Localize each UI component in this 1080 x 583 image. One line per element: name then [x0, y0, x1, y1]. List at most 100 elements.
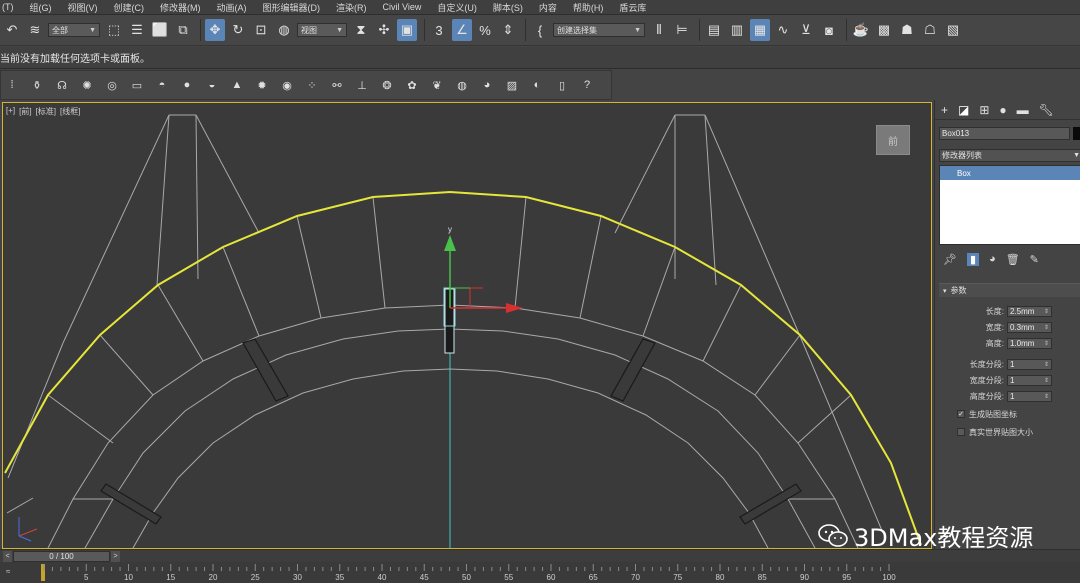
time-slider-thumb[interactable]: 0 / 100	[13, 551, 110, 562]
spray-icon[interactable]: ✺	[78, 76, 96, 94]
parameters-rollout-header[interactable]: ▾ 参数	[939, 283, 1080, 297]
dome-icon[interactable]: ◓	[153, 76, 171, 94]
hemisphere-icon[interactable]: ◒	[203, 76, 221, 94]
select-by-name-icon[interactable]: ☰	[127, 19, 147, 41]
param-height-spinner[interactable]: 1.0mm ⇕	[1007, 337, 1052, 349]
real-world-map-size-checkbox[interactable]: 真实世界贴图大小	[957, 426, 1033, 438]
help-icon[interactable]: ?	[578, 76, 596, 94]
named-selection-dropdown[interactable]: 创建选择集 ▼	[553, 23, 645, 37]
keyboard-shortcut-override-icon[interactable]: ▣	[397, 19, 417, 41]
select-object-icon[interactable]: ⬚	[104, 19, 124, 41]
ribbon-toggle-icon[interactable]: ▦	[750, 19, 770, 41]
window-crossing-icon[interactable]: ⧉	[173, 19, 193, 41]
manipulate-icon[interactable]: ✣	[374, 19, 394, 41]
remove-modifier-icon[interactable]: 🗑︎	[1006, 253, 1020, 266]
undo-icon[interactable]: ↶	[2, 19, 22, 41]
sphere-icon[interactable]: ●	[178, 76, 196, 94]
select-and-place-icon[interactable]: ◍	[274, 19, 294, 41]
menu-item[interactable]: (T)	[2, 2, 14, 12]
viewport-point-of-view-label[interactable]: [前]	[19, 106, 31, 117]
mirror-icon[interactable]: ⫴	[649, 19, 669, 41]
selection-filter-dropdown[interactable]: 全部 ▼	[48, 23, 100, 37]
spinner-arrows-icon[interactable]: ⇕	[1044, 377, 1049, 384]
front-viewport[interactable]: [+] [前] [标准] [线框] 前 y	[2, 102, 932, 549]
edit-named-selection-icon[interactable]: {	[530, 19, 550, 41]
display-tab-icon[interactable]: ▬	[1017, 103, 1029, 117]
menu-item[interactable]: 修改器(M)	[160, 1, 201, 14]
rendered-frame-icon[interactable]: ▩	[874, 19, 894, 41]
align-icon[interactable]: ⊨	[672, 19, 692, 41]
viewport-style-label[interactable]: [线框]	[60, 106, 80, 117]
menu-item[interactable]: 视图(V)	[68, 1, 98, 14]
menu-item[interactable]: 渲染(R)	[336, 1, 367, 14]
lamp-icon[interactable]: ☊	[53, 76, 71, 94]
viewport-shading-label[interactable]: [标准]	[36, 106, 56, 117]
show-end-result-icon[interactable]: ▮	[966, 252, 980, 266]
teapot-icon[interactable]: ⚱	[28, 76, 46, 94]
spinner-arrows-icon[interactable]: ⇕	[1044, 361, 1049, 368]
bottle-icon[interactable]: ▯	[553, 76, 571, 94]
material-editor-icon[interactable]: ◙	[819, 19, 839, 41]
menu-item[interactable]: 内容	[539, 1, 557, 14]
menu-item[interactable]: Civil View	[383, 2, 422, 12]
object-name-field[interactable]: Box013	[939, 127, 1070, 140]
pivot-center-icon[interactable]: ⧗	[351, 19, 371, 41]
particles-icon[interactable]: ⁘	[303, 76, 321, 94]
snaps-toggle-icon[interactable]: 3	[429, 19, 449, 41]
schematic-view-icon[interactable]: ⊻	[796, 19, 816, 41]
render-sphere-icon[interactable]: ◕	[478, 76, 496, 94]
spinner-arrows-icon[interactable]: ⇕	[1044, 393, 1049, 400]
modify-tab-icon[interactable]: ◪	[958, 103, 969, 117]
param-width-spinner[interactable]: 0.3mm ⇕	[1007, 321, 1052, 333]
spinner-arrows-icon[interactable]: ⇕	[1044, 308, 1049, 315]
time-next-button[interactable]: >	[111, 551, 120, 562]
render-box-icon[interactable]: ▨	[503, 76, 521, 94]
modifier-list-dropdown[interactable]: 修改器列表 ▼	[939, 149, 1080, 162]
render-iterative-icon[interactable]: ☖	[920, 19, 940, 41]
spinner-snap-icon[interactable]: ⇕	[498, 19, 518, 41]
camera-icon[interactable]: ◎	[103, 76, 121, 94]
scene-explorer-icon[interactable]: ▤	[704, 19, 724, 41]
angle-snap-icon[interactable]: ∠	[452, 19, 472, 41]
menu-item[interactable]: 图形编辑器(D)	[263, 1, 321, 14]
reference-coord-dropdown[interactable]: 视图 ▼	[297, 23, 347, 37]
render-cloud-icon[interactable]: ▧	[943, 19, 963, 41]
vine-icon[interactable]: ❦	[428, 76, 446, 94]
menu-item[interactable]: 创建(C)	[114, 1, 145, 14]
param-length-spinner[interactable]: 2.5mm ⇕	[1007, 305, 1052, 317]
param-width-segs-spinner[interactable]: 1 ⇕	[1007, 374, 1052, 386]
checkbox-unchecked-icon[interactable]	[957, 428, 965, 436]
track-bar[interactable]: ≈ 5 10 15 20 25 30 35 40 45 50 55 60 65 70 75 80 85 90 95 1…	[0, 562, 1080, 583]
sun-icon[interactable]: ✹	[253, 76, 271, 94]
cone-icon[interactable]: ▲	[228, 76, 246, 94]
pin-stack-icon[interactable]: 📌︎	[943, 253, 957, 266]
object-color-swatch[interactable]	[1073, 127, 1080, 140]
menu-item[interactable]: 盾云库	[619, 1, 646, 14]
box-primitive-icon[interactable]: ▭	[128, 76, 146, 94]
plant-icon[interactable]: ✿	[403, 76, 421, 94]
disc-icon[interactable]: ◉	[278, 76, 296, 94]
spinner-arrows-icon[interactable]: ⇕	[1044, 324, 1049, 331]
shell-icon[interactable]: ◍	[453, 76, 471, 94]
time-prev-button[interactable]: <	[3, 551, 12, 562]
menu-item[interactable]: 帮助(H)	[573, 1, 604, 14]
utilities-tab-icon[interactable]: 🔧︎	[1039, 103, 1054, 117]
menu-item[interactable]: 动画(A)	[217, 1, 247, 14]
curve-editor-icon[interactable]: ∿	[773, 19, 793, 41]
material-sphere-icon[interactable]: ◐	[528, 76, 546, 94]
make-unique-icon[interactable]: ◕	[989, 253, 996, 265]
param-length-segs-spinner[interactable]: 1 ⇕	[1007, 358, 1052, 370]
param-height-segs-spinner[interactable]: 1 ⇕	[1007, 390, 1052, 402]
select-and-scale-icon[interactable]: ⊡	[251, 19, 271, 41]
menu-item[interactable]: 自定义(U)	[437, 1, 477, 14]
render-production-icon[interactable]: ☗	[897, 19, 917, 41]
globe-icon[interactable]: ❂	[378, 76, 396, 94]
link-icon[interactable]: ⚯	[328, 76, 346, 94]
viewcube[interactable]: 前	[876, 125, 910, 155]
bind-spacewarp-icon[interactable]: ≋	[25, 19, 45, 41]
menu-item[interactable]: 脚本(S)	[493, 1, 523, 14]
compass-icon[interactable]: ⊥	[353, 76, 371, 94]
configure-modifier-sets-icon[interactable]: ✎	[1030, 253, 1039, 266]
motion-tab-icon[interactable]: ●	[999, 103, 1006, 117]
select-and-rotate-icon[interactable]: ↻	[228, 19, 248, 41]
